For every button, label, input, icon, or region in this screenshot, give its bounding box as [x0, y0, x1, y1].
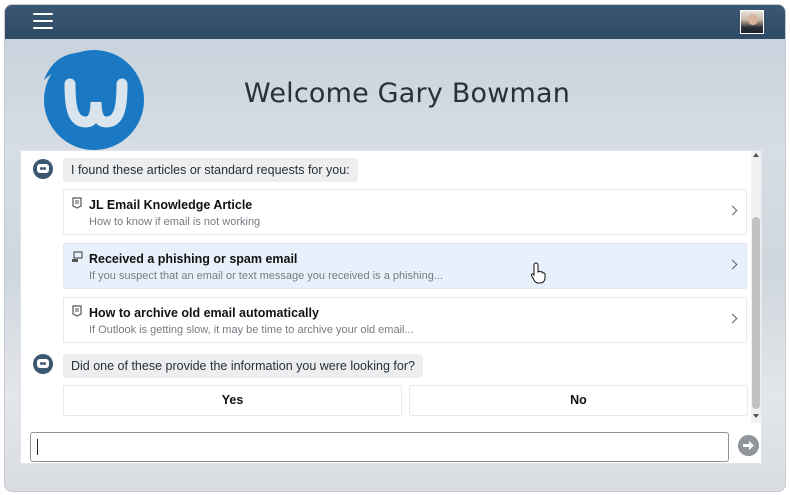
hamburger-menu-icon[interactable] [33, 13, 53, 29]
result-card[interactable]: Received a phishing or spam email If you… [63, 243, 747, 289]
result-subtitle: If you suspect that an email or text mes… [89, 270, 444, 282]
result-title: JL Email Knowledge Article [89, 198, 253, 212]
chat-panel: I found these articles or standard reque… [20, 150, 762, 464]
chevron-right-icon [727, 259, 738, 270]
no-button[interactable]: No [409, 385, 748, 416]
scroll-down-arrow-icon[interactable] [753, 414, 759, 418]
request-icon [72, 251, 83, 262]
bot-avatar-icon [33, 354, 53, 374]
user-avatar[interactable] [740, 10, 764, 34]
chat-input[interactable] [30, 432, 729, 462]
knowledge-article-icon [72, 305, 82, 317]
chevron-right-icon [727, 205, 738, 216]
brand-logo [44, 50, 144, 150]
scroll-up-arrow-icon[interactable] [753, 153, 759, 157]
bot-message-question: Did one of these provide the information… [63, 354, 423, 378]
text-caret [37, 439, 38, 455]
welcome-heading: Welcome Gary Bowman [244, 78, 571, 109]
chevron-right-icon [727, 313, 738, 324]
yes-button[interactable]: Yes [63, 385, 402, 416]
scroll-thumb[interactable] [752, 217, 760, 409]
bot-message-intro: I found these articles or standard reque… [63, 158, 358, 182]
result-title: How to archive old email automatically [89, 306, 319, 320]
result-title: Received a phishing or spam email [89, 252, 298, 266]
hand-pointer-icon [530, 262, 546, 284]
chat-scrollbar[interactable] [751, 151, 761, 423]
send-arrow-icon[interactable] [738, 435, 759, 456]
result-subtitle: If Outlook is getting slow, it may be ti… [89, 324, 414, 336]
knowledge-article-icon [72, 197, 82, 209]
result-card[interactable]: How to archive old email automatically I… [63, 297, 747, 343]
result-card[interactable]: JL Email Knowledge Article How to know i… [63, 189, 747, 235]
bot-avatar-icon [33, 159, 53, 179]
result-subtitle: How to know if email is not working [89, 216, 261, 228]
top-bar [5, 5, 785, 39]
